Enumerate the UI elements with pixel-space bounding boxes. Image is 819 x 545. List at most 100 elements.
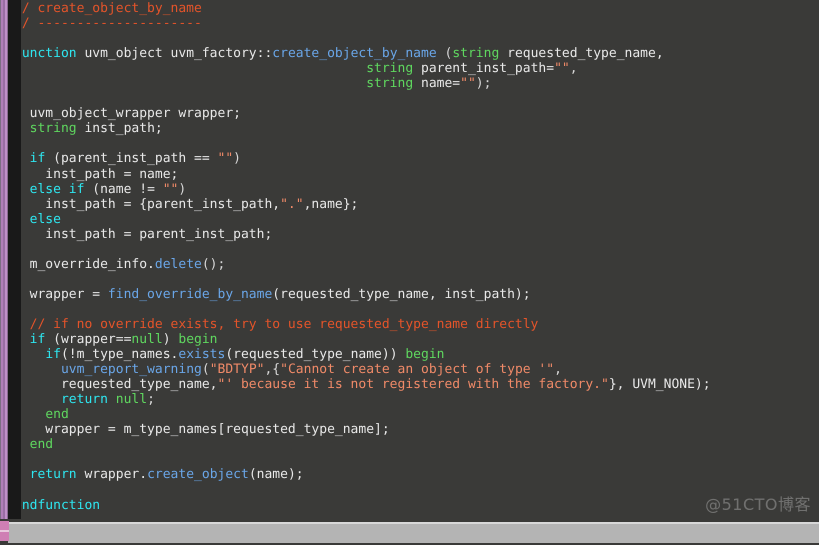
- code-token: (requested_type_name)): [225, 347, 406, 363]
- code-token: inst_path = name;: [14, 166, 179, 182]
- status-bar-left-cap: [0, 521, 9, 541]
- code-token: "' because it is not registered with the…: [217, 377, 609, 393]
- code-token: string: [366, 61, 414, 77]
- code-line: if (wrapper==null) begin: [14, 332, 218, 347]
- code-token: inst_path = parent_inst_path;: [14, 226, 273, 242]
- code-line: string name="");: [14, 76, 491, 91]
- code-token: (: [201, 362, 210, 378]
- code-line: m_override_info.delete();: [14, 256, 226, 272]
- code-line: wrapper = m_type_names[requested_type_na…: [14, 422, 390, 438]
- code-token: ,{: [264, 362, 281, 378]
- code-line: return wrapper.create_object(name);: [14, 467, 304, 482]
- code-token: end: [45, 407, 69, 423]
- code-token: (name);: [248, 467, 304, 483]
- status-bar-content: --:-- uvm_factory.svh 16:32 0.02 (Verilo…: [8, 524, 819, 543]
- code-token: "": [460, 76, 476, 92]
- code-line: // if no override exists, try to use req…: [14, 316, 539, 332]
- code-token: ".": [280, 196, 304, 212]
- code-token: ;: [147, 392, 155, 408]
- code-token: function: [14, 46, 77, 62]
- watermark: @51CTO博客: [705, 495, 811, 514]
- code-token: // ---------------------: [14, 16, 202, 32]
- code-line: if (parent_inst_path == ""): [14, 151, 241, 166]
- code-line: if(!m_type_names.exists(requested_type_n…: [14, 347, 445, 363]
- code-token: return: [29, 467, 77, 483]
- code-token: requested_type_name,: [499, 46, 664, 62]
- code-token: string: [366, 76, 414, 92]
- code-token: if: [29, 332, 46, 348]
- code-token: // if no override exists, try to use req…: [14, 316, 539, 332]
- code-token: return: [60, 392, 108, 408]
- code-token: null: [115, 392, 148, 408]
- code-token: "": [554, 61, 570, 77]
- code-token: wrapper = m_type_names[requested_type_na…: [14, 422, 390, 438]
- code-token: string: [452, 46, 500, 62]
- code-token: (parent_inst_path ==: [45, 151, 218, 167]
- code-token: name=: [413, 76, 461, 92]
- code-token: ): [233, 151, 241, 167]
- status-bar: --:-- uvm_factory.svh 16:32 0.02 (Verilo…: [0, 519, 819, 545]
- code-token: inst_path;: [76, 121, 163, 137]
- status-bar-highlight: [8, 522, 819, 524]
- code-token: if: [68, 181, 85, 197]
- code-token: create_object: [147, 467, 249, 483]
- code-token: "": [217, 151, 234, 167]
- code-line: end: [14, 407, 69, 423]
- code-token: exists: [178, 347, 226, 363]
- code-token: wrapper.: [76, 467, 148, 483]
- code-token: else: [29, 211, 61, 227]
- code-token: // create_object_by_name: [14, 1, 202, 16]
- code-token: (: [436, 46, 453, 62]
- code-line: inst_path = {parent_inst_path,".",name};: [14, 197, 358, 212]
- code-line: string parent_inst_path="",: [14, 61, 578, 77]
- code-token: else: [29, 181, 61, 197]
- code-token: "BDTYP": [209, 362, 265, 378]
- code-token: m_override_info.: [14, 256, 155, 272]
- code-token: inst_path = {parent_inst_path,: [14, 196, 281, 212]
- code-token: delete: [154, 256, 202, 272]
- source-code[interactable]: // create_object_by_name // ------------…: [14, 1, 711, 513]
- code-token: );: [475, 76, 492, 92]
- code-token: }, UVM_NONE);: [608, 377, 711, 393]
- code-token: uvm_object_wrapper wrapper;: [14, 106, 241, 122]
- code-token: ): [162, 332, 179, 348]
- code-line: requested_type_name,"' because it is not…: [14, 377, 711, 392]
- code-token: endfunction: [14, 497, 101, 513]
- code-token: create_object_by_name: [272, 46, 437, 62]
- code-token: uvm_object uvm_factory::: [76, 46, 273, 62]
- code-token: ,: [569, 61, 578, 77]
- code-line: inst_path = name;: [14, 167, 178, 182]
- code-token: (name !=: [84, 181, 163, 197]
- code-token: begin: [405, 347, 445, 363]
- code-line: wrapper = find_override_by_name(requeste…: [14, 287, 531, 302]
- code-token: parent_inst_path=: [413, 61, 555, 77]
- code-token: if: [45, 347, 61, 363]
- code-line: inst_path = parent_inst_path;: [14, 227, 272, 242]
- code-token: begin: [178, 332, 218, 348]
- code-token: uvm_report_warning: [60, 362, 202, 378]
- code-token: ();: [201, 256, 226, 272]
- code-token: ,name};: [303, 196, 359, 212]
- code-editor-pane[interactable]: // create_object_by_name // ------------…: [0, 0, 819, 519]
- vim-editor-window: // create_object_by_name // ------------…: [0, 0, 819, 545]
- code-line: else if (name != ""): [14, 181, 187, 197]
- code-line: uvm_report_warning("BDTYP",{"Cannot crea…: [14, 362, 562, 377]
- code-line: uvm_object_wrapper wrapper;: [14, 106, 241, 121]
- code-token: (requested_type_name, inst_path);: [272, 286, 531, 302]
- code-token: string: [29, 121, 77, 137]
- code-token: null: [131, 332, 163, 348]
- code-token: (wrapper==: [45, 332, 132, 348]
- code-line: string inst_path;: [14, 121, 163, 136]
- code-line: // create_object_by_name: [14, 1, 202, 16]
- code-token: if: [29, 151, 46, 167]
- code-line: endfunction: [14, 498, 100, 513]
- code-token: ): [178, 181, 187, 197]
- code-token: "": [162, 181, 179, 197]
- code-token: (!m_type_names.: [60, 347, 179, 363]
